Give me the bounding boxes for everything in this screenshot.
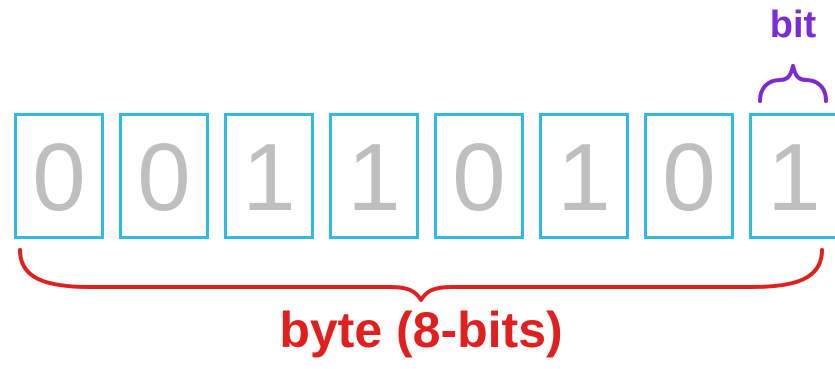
- bit-cell: 1: [539, 113, 629, 239]
- bit-byte-diagram: bit 0 0 1 1 0 1 0 1 byte (8-bits): [0, 0, 835, 369]
- bit-value: 0: [452, 124, 506, 231]
- bit-label: bit: [769, 4, 817, 46]
- byte-brace: [18, 248, 824, 302]
- bit-value: 1: [557, 124, 611, 231]
- byte-bits-row: 0 0 1 1 0 1 0 1: [14, 113, 835, 245]
- bit-cell: 0: [434, 113, 524, 239]
- bit-value: 1: [347, 124, 401, 231]
- bit-cell: 1: [749, 113, 835, 239]
- bit-cell: 1: [224, 113, 314, 239]
- bit-value: 0: [32, 124, 86, 231]
- bit-cell: 0: [644, 113, 734, 239]
- byte-label: byte (8-bits): [279, 302, 563, 358]
- bit-cell: 0: [14, 113, 104, 239]
- bit-value: 1: [767, 124, 821, 231]
- bit-cell: 1: [329, 113, 419, 239]
- bit-value: 1: [242, 124, 296, 231]
- bit-value: 0: [137, 124, 191, 231]
- bit-brace: [758, 64, 828, 103]
- bit-value: 0: [662, 124, 716, 231]
- bit-cell: 0: [119, 113, 209, 239]
